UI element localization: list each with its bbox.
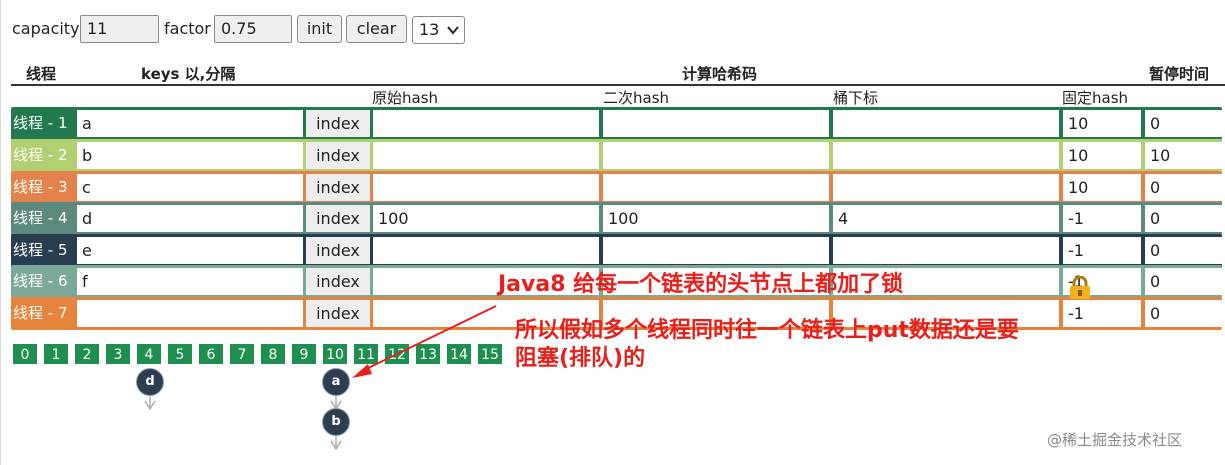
annotation-line-2: 所以假如多个线程同时往一个链表上put数据还是要	[515, 318, 1019, 343]
annotation-arrow	[352, 305, 497, 378]
arrow-b	[330, 435, 342, 451]
arrow-d	[144, 395, 156, 411]
annotation-line-3: 阻塞(排队)的	[515, 346, 646, 371]
node-b[interactable]: b	[322, 408, 350, 436]
watermark: @稀土掘金技术社区	[1047, 431, 1183, 449]
lock-icon	[1066, 275, 1094, 300]
node-d[interactable]: d	[136, 368, 164, 396]
annotation-line-1: Java8 给每一个链表的头节点上都加了锁	[498, 272, 904, 297]
chain-lines	[144, 305, 497, 451]
arrow-a	[330, 395, 342, 411]
node-a[interactable]: a	[322, 368, 350, 396]
